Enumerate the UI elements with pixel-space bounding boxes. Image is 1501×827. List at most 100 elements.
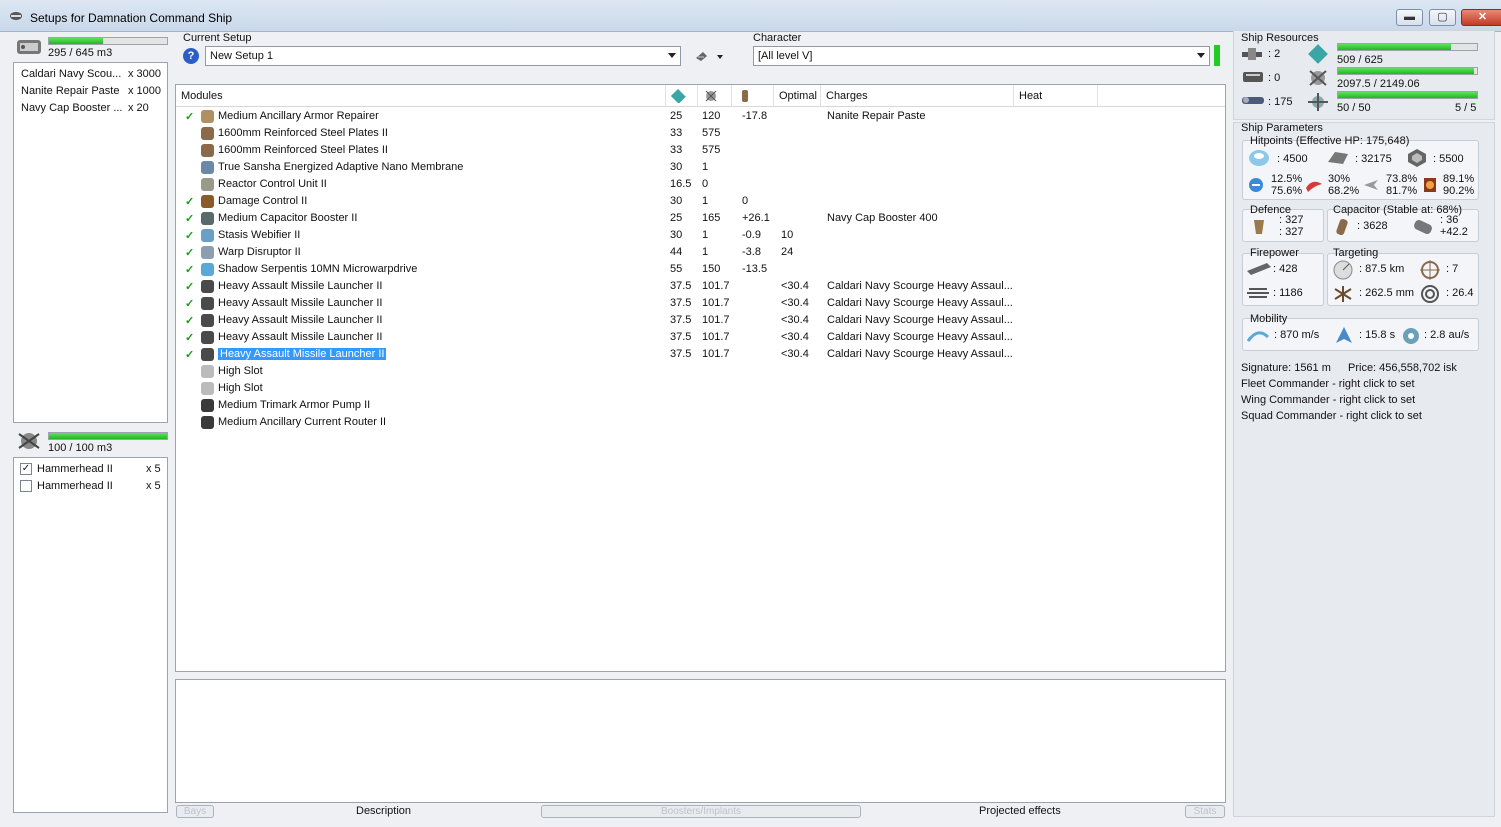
module-powergrid: 101.7 bbox=[702, 348, 730, 360]
module-row[interactable]: ✓ Damage Control II 30 1 0 bbox=[176, 193, 1224, 210]
drone-item-name: Hammerhead II bbox=[37, 480, 113, 492]
module-row[interactable]: ✓ Heavy Assault Missile Launcher II 37.5 10… bbox=[176, 295, 1224, 312]
module-row[interactable]: High Slot bbox=[176, 363, 1224, 380]
setup-select[interactable]: New Setup 1 bbox=[205, 46, 681, 66]
minimize-button[interactable]: ▬ bbox=[1396, 9, 1423, 26]
module-name: High Slot bbox=[218, 365, 263, 377]
tab-projected-effects[interactable]: Projected effects bbox=[979, 805, 1061, 817]
modules-table[interactable]: Modules Optimal Charges Heat ✓ Medium Anc… bbox=[175, 84, 1226, 672]
module-row[interactable]: ✓ Warp Disruptor II 44 1 -3.8 24 bbox=[176, 244, 1224, 261]
module-row[interactable]: ✓ Stasis Webifier II 30 1 -0.9 10 bbox=[176, 227, 1224, 244]
module-capacitor: -17.8 bbox=[742, 110, 768, 122]
module-row[interactable]: 1600mm Reinforced Steel Plates II 33 575 bbox=[176, 142, 1224, 159]
module-active-check-icon[interactable]: ✓ bbox=[185, 348, 194, 361]
module-row[interactable]: ✓ Heavy Assault Missile Launcher II 37.5 10… bbox=[176, 312, 1224, 329]
module-row[interactable]: ✓ Heavy Assault Missile Launcher II 37.5 10… bbox=[176, 346, 1224, 363]
module-row[interactable]: True Sansha Energized Adaptive Nano Memb… bbox=[176, 159, 1224, 176]
module-name: 1600mm Reinforced Steel Plates II bbox=[218, 127, 388, 139]
column-heat[interactable]: Heat bbox=[1014, 85, 1098, 107]
sensor-strength-icon bbox=[1418, 283, 1442, 305]
close-button[interactable]: ✕ bbox=[1461, 9, 1501, 26]
module-row[interactable]: ✓ Shadow Serpentis 10MN Microwarpdrive 55 1… bbox=[176, 261, 1224, 278]
module-cpu: 30 bbox=[670, 195, 683, 207]
module-row[interactable]: High Slot bbox=[176, 380, 1224, 397]
module-active-check-icon[interactable]: ✓ bbox=[185, 229, 194, 242]
cargo-item-name: Nanite Repair Paste bbox=[21, 85, 120, 97]
drone-active-checkbox[interactable]: ✓ bbox=[20, 463, 32, 475]
cargo-item[interactable]: Nanite Repair Paste x 1000 bbox=[14, 83, 167, 100]
cargo-item[interactable]: Caldari Navy Scou... x 3000 bbox=[14, 66, 167, 83]
module-optimal: <30.4 bbox=[781, 280, 809, 292]
module-icon bbox=[201, 195, 214, 208]
module-active-check-icon[interactable]: ✓ bbox=[185, 246, 194, 259]
cargo-bay-icon bbox=[15, 36, 43, 58]
fleet-commander[interactable]: Fleet Commander - right click to set bbox=[1241, 378, 1415, 390]
module-icon bbox=[201, 161, 214, 174]
tab-description[interactable]: Description bbox=[356, 805, 411, 817]
armor-icon bbox=[1325, 148, 1351, 168]
module-row[interactable]: 1600mm Reinforced Steel Plates II 33 575 bbox=[176, 125, 1224, 142]
module-cpu: 30 bbox=[670, 229, 683, 241]
help-icon[interactable]: ? bbox=[183, 48, 199, 64]
column-modules[interactable]: Modules bbox=[176, 85, 666, 107]
description-panel[interactable] bbox=[175, 679, 1226, 803]
tab-bays[interactable]: Bays bbox=[176, 805, 214, 818]
maximize-button[interactable]: ▢ bbox=[1429, 9, 1456, 26]
kinetic-resist-armor: 81.7% bbox=[1386, 185, 1418, 197]
tab-boosters-implants[interactable]: Boosters/Implants bbox=[541, 805, 861, 818]
module-row[interactable]: ✓ Heavy Assault Missile Launcher II 37.5 10… bbox=[176, 329, 1224, 346]
cargo-list[interactable]: Caldari Navy Scou... x 3000 Nanite Repair … bbox=[13, 62, 168, 423]
module-cpu: 16.5 bbox=[670, 178, 692, 190]
drone-item[interactable]: ✓ Hammerhead II x 5 bbox=[14, 461, 167, 478]
setup-actions-button[interactable] bbox=[693, 48, 729, 64]
module-name: Warp Disruptor II bbox=[218, 246, 301, 258]
module-icon bbox=[201, 144, 214, 157]
module-row[interactable]: Reactor Control Unit II 16.5 0 bbox=[176, 176, 1224, 193]
squad-commander[interactable]: Squad Commander - right click to set bbox=[1241, 410, 1422, 422]
capacitor-icon bbox=[1331, 216, 1353, 238]
module-active-check-icon[interactable]: ✓ bbox=[185, 263, 194, 276]
module-row[interactable]: ✓ Medium Capacitor Booster II 25 165 +26.1 Na… bbox=[176, 210, 1224, 227]
module-active-check-icon[interactable]: ✓ bbox=[185, 331, 194, 344]
column-optimal[interactable]: Optimal bbox=[774, 85, 821, 107]
module-cpu: 33 bbox=[670, 127, 683, 139]
em-resist-armor: 75.6% bbox=[1271, 185, 1303, 197]
module-active-check-icon[interactable]: ✓ bbox=[185, 297, 194, 310]
drone-active-checkbox[interactable] bbox=[20, 480, 32, 492]
column-cpu[interactable] bbox=[666, 85, 698, 107]
capacitor-rate-a: : 36 bbox=[1440, 214, 1459, 226]
structure-hp: : 5500 bbox=[1433, 153, 1464, 165]
tab-stats[interactable]: Stats bbox=[1185, 805, 1225, 818]
column-capacitor[interactable] bbox=[732, 85, 774, 107]
character-select-value: [All level V] bbox=[758, 50, 813, 62]
column-charges[interactable]: Charges bbox=[821, 85, 1014, 107]
character-status-indicator bbox=[1214, 45, 1220, 66]
cargo-item-qty: x 20 bbox=[128, 102, 149, 114]
drone-bandwidth-value: 50 / 50 bbox=[1337, 102, 1371, 114]
module-active-check-icon[interactable]: ✓ bbox=[185, 280, 194, 293]
thermal-resist-icon bbox=[1304, 176, 1324, 194]
turret-hardpoints: : 2 bbox=[1268, 48, 1281, 60]
drone-item[interactable]: Hammerhead II x 5 bbox=[14, 478, 167, 495]
module-active-check-icon[interactable]: ✓ bbox=[185, 212, 194, 225]
setup-select-value: New Setup 1 bbox=[210, 50, 273, 62]
module-row[interactable]: ✓ Medium Ancillary Armor Repairer 25 120 -17… bbox=[176, 108, 1224, 125]
character-select[interactable]: [All level V] bbox=[753, 46, 1210, 66]
defence-value-b: : 327 bbox=[1279, 226, 1304, 238]
module-powergrid: 120 bbox=[702, 110, 721, 122]
cargo-item[interactable]: Navy Cap Booster ... x 20 bbox=[14, 100, 167, 117]
module-active-check-icon[interactable]: ✓ bbox=[185, 314, 194, 327]
module-icon bbox=[201, 127, 214, 140]
module-capacitor: -0.9 bbox=[742, 229, 761, 241]
column-powergrid[interactable] bbox=[698, 85, 732, 107]
module-row[interactable]: Medium Trimark Armor Pump II bbox=[176, 397, 1224, 414]
drone-list[interactable]: ✓ Hammerhead II x 5 Hammerhead II x 5 bbox=[13, 457, 168, 813]
module-active-check-icon[interactable]: ✓ bbox=[185, 195, 194, 208]
module-row[interactable]: Medium Ancillary Current Router II bbox=[176, 414, 1224, 431]
module-row[interactable]: ✓ Heavy Assault Missile Launcher II 37.5 10… bbox=[176, 278, 1224, 295]
module-active-check-icon[interactable]: ✓ bbox=[185, 110, 194, 123]
cpu-bar bbox=[1337, 43, 1478, 51]
cargo-capacity-bar bbox=[48, 37, 168, 45]
wing-commander[interactable]: Wing Commander - right click to set bbox=[1241, 394, 1415, 406]
calibration-value: : 175 bbox=[1268, 96, 1293, 108]
